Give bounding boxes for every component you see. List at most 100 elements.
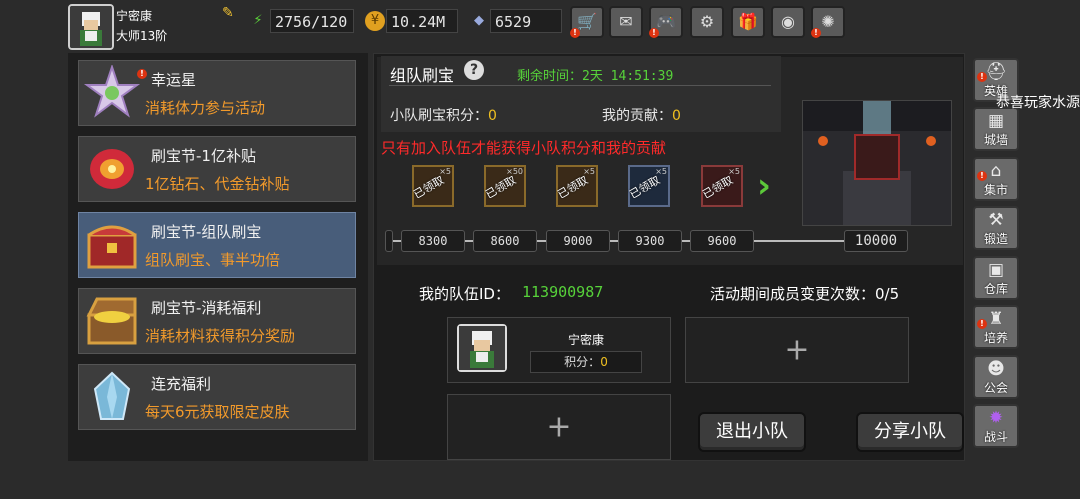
timer-value: 2天 14:51:39 [582, 69, 674, 84]
shop-cart-icon[interactable]: 🛒! [570, 6, 604, 38]
reward-chest-1[interactable]: ×5 已领取 [411, 165, 454, 207]
divider [389, 85, 771, 86]
anvil-icon: ⚒ [988, 210, 1004, 230]
edit-icon[interactable]: ✎ [222, 6, 236, 20]
castle-wall-icon: ▦ [987, 111, 1005, 131]
contrib-label: 我的贡献： [602, 108, 672, 124]
side-button-train[interactable]: ♜! 培养 [973, 305, 1019, 349]
milestone-marker: 9000 [546, 230, 610, 252]
color-wheel-icon[interactable]: ◉ [771, 6, 805, 38]
claimed-stamp: 已领取 [700, 173, 736, 202]
event-title: 刷宝节-组队刷宝 [151, 223, 262, 241]
side-button-market[interactable]: ⌂! 集市 [973, 157, 1019, 201]
side-button-label: 培养 [983, 331, 1008, 345]
treasure-chest-icon [83, 217, 141, 273]
event-title: 幸运星 [151, 71, 197, 89]
add-member-slot-2[interactable]: + [685, 317, 909, 383]
claimed-stamp: 已领取 [411, 173, 447, 202]
side-button-label: 战斗 [983, 430, 1008, 444]
reward-chest-4[interactable]: ×5 已领取 [627, 165, 670, 207]
diamond-icon: ◆ [474, 13, 484, 28]
claimed-stamp: 已领取 [627, 173, 663, 202]
milestone-marker: 8300 [401, 230, 465, 252]
gift-icon[interactable]: 🎁 [731, 6, 765, 38]
team-score: 小队刷宝积分：0 [390, 105, 497, 125]
changes-label: 活动期间成员变更次数： [710, 285, 876, 303]
event-desc: 每天6元获取限定皮肤 [145, 403, 290, 421]
plus-icon: + [546, 409, 572, 445]
event-item-team-treasure[interactable]: 刷宝节-组队刷宝 组队刷宝、事半功倍 [78, 212, 356, 278]
side-button-wall[interactable]: ▦ 城墙 [973, 107, 1019, 151]
reward-chest-3[interactable]: ×5 已领取 [555, 165, 598, 207]
milestone-marker: 9300 [618, 230, 682, 252]
team-id-value: 113900987 [522, 283, 604, 301]
battle-portal-icon: ✹ [988, 408, 1004, 428]
progress-start [385, 230, 393, 252]
arrow-right-icon[interactable]: › [757, 166, 781, 206]
side-button-forge[interactable]: ⚒ 锻造 [973, 206, 1019, 250]
contrib-value: 0 [672, 108, 681, 124]
gear-icon[interactable]: ⚙ [690, 6, 724, 38]
gold-chest-icon [83, 293, 141, 349]
event-item-subsidy[interactable]: 刷宝节-1亿补贴 1亿钻石、代金钻补贴 [78, 136, 356, 202]
side-button-battle[interactable]: ✹ 战斗 [973, 404, 1019, 448]
warning-text: 只有加入队伍才能获得小队积分和我的贡献 [381, 139, 667, 157]
broadcast-toast: 恭喜玩家水源 [996, 95, 1080, 111]
milestone-marker: 9600 [690, 230, 754, 252]
reward-chest-2[interactable]: ×50 已领取 [483, 165, 526, 207]
event-item-recharge[interactable]: 连充福利 每天6元获取限定皮肤 [78, 364, 356, 430]
event-title: 连充福利 [151, 375, 212, 393]
guild-icon: ☻ [987, 359, 1005, 379]
share-team-button[interactable]: 分享小队 [856, 412, 964, 452]
player-name: 宁密康 [116, 9, 153, 23]
plus-icon: + [784, 332, 810, 368]
red-gem-icon [83, 141, 141, 197]
side-button-guild[interactable]: ☻ 公会 [973, 355, 1019, 399]
countdown: 剩余时间：2天 14:51:39 [517, 65, 673, 84]
team-score-label: 小队刷宝积分： [390, 108, 488, 124]
timer-label: 剩余时间： [517, 69, 583, 84]
side-button-label: 公会 [983, 381, 1008, 395]
milestone-marker-final: 10000 [844, 230, 908, 252]
team-score-value: 0 [488, 108, 497, 124]
member-avatar [457, 324, 507, 372]
claimed-stamp: 已领取 [555, 173, 591, 202]
reward-chest-5[interactable]: ×5 已领取 [700, 165, 743, 207]
stamina-value: 2756/120 [270, 9, 354, 33]
crystal-icon [83, 369, 141, 425]
boss-reward-image[interactable] [802, 100, 952, 226]
player-avatar[interactable] [68, 4, 114, 50]
player-rank: 大师13阶 [116, 29, 168, 43]
page-title: 组队刷宝 [390, 66, 455, 85]
side-button-label: 城墙 [983, 133, 1008, 147]
side-button-label: 锻造 [983, 232, 1008, 246]
member-score-label: 积分： [564, 355, 601, 369]
claimed-stamp: 已领取 [483, 173, 519, 202]
gem-value: 6529 [490, 9, 562, 33]
mail-icon[interactable]: ✉ [609, 6, 643, 38]
event-item-consume-bonus[interactable]: 刷宝节-消耗福利 消耗材料获得积分奖励 [78, 288, 356, 354]
my-contribution: 我的贡献：0 [602, 105, 681, 125]
help-icon[interactable]: ? [464, 60, 484, 80]
gold-coin-icon: ¥ [365, 11, 385, 31]
side-button-warehouse[interactable]: ▣ 仓库 [973, 256, 1019, 300]
event-desc: 消耗体力参与活动 [145, 99, 266, 117]
warehouse-icon: ▣ [987, 260, 1005, 280]
leave-team-button[interactable]: 退出小队 [698, 412, 806, 452]
lightning-icon: ⚡ [253, 13, 263, 28]
event-desc: 消耗材料获得积分奖励 [145, 327, 296, 345]
lucky-star-icon [83, 63, 141, 121]
event-title: 刷宝节-消耗福利 [151, 299, 262, 317]
event-desc: 1亿钻石、代金钻补贴 [145, 175, 290, 193]
member-score-value: 0 [600, 355, 608, 369]
fireworks-icon[interactable]: ✺! [811, 6, 845, 38]
member-score: 积分：0 [530, 351, 642, 373]
event-item-lucky-star[interactable]: ! 幸运星 消耗体力参与活动 [78, 60, 356, 126]
member-name: 宁密康 [567, 333, 604, 347]
changes-value: 0/5 [875, 285, 900, 303]
member-changes: 活动期间成员变更次数：0/5 [710, 283, 899, 304]
gamepad-icon[interactable]: 🎮! [649, 6, 683, 38]
side-button-label: 集市 [983, 183, 1008, 197]
side-button-label: 仓库 [983, 282, 1008, 296]
add-member-slot-3[interactable]: + [447, 394, 671, 460]
